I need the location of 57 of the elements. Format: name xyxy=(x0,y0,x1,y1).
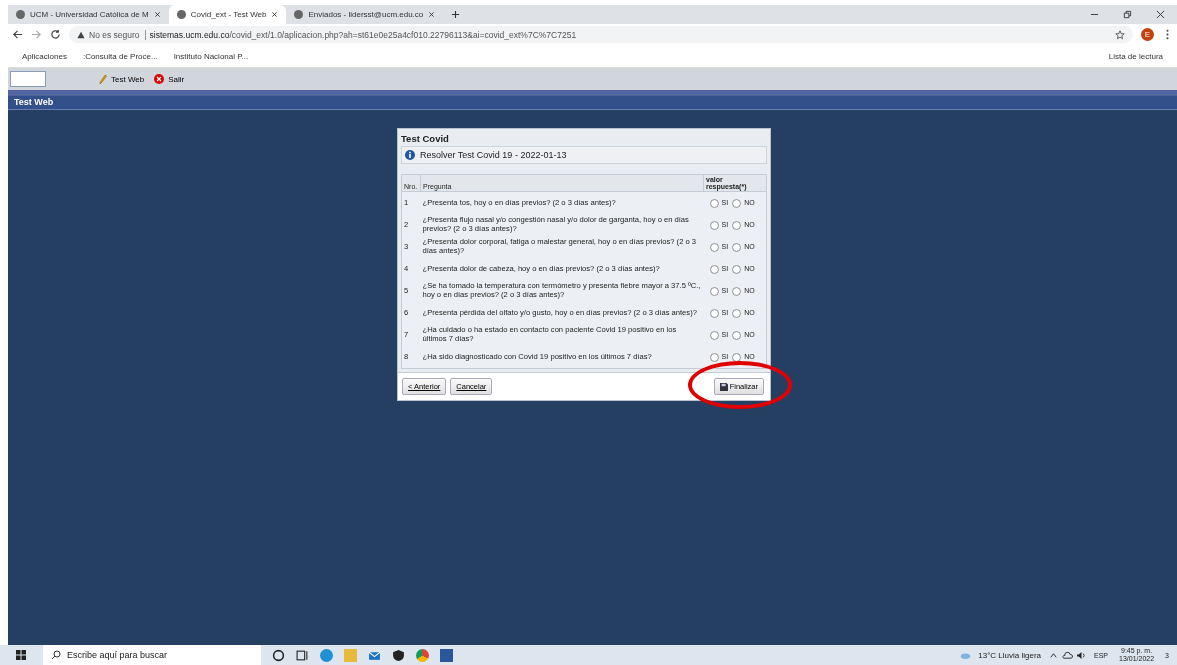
shield-icon[interactable] xyxy=(392,648,405,662)
radio-button[interactable] xyxy=(732,264,742,274)
close-icon[interactable] xyxy=(428,11,436,18)
radio-button[interactable] xyxy=(709,352,719,362)
task-view-icon[interactable] xyxy=(296,648,309,662)
close-icon[interactable] xyxy=(271,11,279,18)
app-title-bar: Test Web xyxy=(8,96,1177,110)
bookmark-link[interactable]: Instituto Nacional P... xyxy=(173,51,249,61)
windows-start-icon[interactable] xyxy=(16,650,26,660)
info-icon xyxy=(405,150,415,160)
radio-button[interactable] xyxy=(709,286,719,296)
bookmark-link[interactable]: Aplicaciones xyxy=(22,51,67,61)
word-icon[interactable] xyxy=(440,648,453,662)
close-icon[interactable] xyxy=(1156,10,1165,19)
radio-button[interactable] xyxy=(732,330,742,340)
radio-button[interactable] xyxy=(732,220,742,230)
radio-button[interactable] xyxy=(732,198,742,208)
pencil-icon xyxy=(98,73,107,85)
radio-button[interactable] xyxy=(732,286,742,296)
bookmark-link[interactable]: :Consulta de Proce... xyxy=(82,51,158,61)
warning-icon xyxy=(77,30,85,39)
address-field[interactable]: No es seguro sistemas.ucm.edu.co/covid_ext/1.0/aplicacion.php?ah=st61e0e25a4cf010.22796113&ai=covid_ext%7C%7C7251 xyxy=(69,26,1133,43)
info-text: Resolver Test Covid 19 - 2022-01-13 xyxy=(420,150,567,160)
radio-button[interactable] xyxy=(732,242,742,252)
exit-link[interactable]: Salir xyxy=(168,74,185,84)
taskbar-search-field[interactable]: Escribe aquí para buscar xyxy=(43,645,261,665)
radio-button[interactable] xyxy=(709,220,719,230)
reload-icon[interactable] xyxy=(50,29,61,40)
restore-icon[interactable] xyxy=(1123,10,1132,19)
browser-tab[interactable]: UCM - Universidad Católica de M xyxy=(8,5,169,24)
radio-button[interactable] xyxy=(732,352,742,362)
forward-icon[interactable] xyxy=(31,29,42,40)
profile-avatar[interactable]: E xyxy=(1141,28,1154,41)
radio-button[interactable] xyxy=(709,308,719,318)
site-icon xyxy=(16,10,25,19)
weather-text[interactable]: 13°C Lluvia ligera xyxy=(978,650,1042,660)
browser-icon[interactable] xyxy=(416,648,429,662)
star-icon[interactable] xyxy=(1115,29,1125,40)
volume-icon[interactable] xyxy=(1076,650,1088,660)
new-tab-icon[interactable] xyxy=(451,10,461,19)
browser-icon[interactable] xyxy=(320,648,333,662)
dialog-title: Test Covid xyxy=(401,132,450,146)
site-icon xyxy=(294,10,304,19)
reading-list-link[interactable]: Lista de lectura xyxy=(1108,51,1163,61)
back-icon[interactable] xyxy=(12,29,23,40)
radio-button[interactable] xyxy=(709,242,719,252)
close-icon[interactable] xyxy=(153,11,161,18)
radio-button[interactable] xyxy=(709,330,719,340)
exit-icon xyxy=(154,74,165,84)
browser-tab[interactable]: Covid_ext - Test Web xyxy=(168,5,287,24)
site-icon xyxy=(176,10,186,19)
radio-button[interactable] xyxy=(709,264,719,274)
browser-tab[interactable]: Enviados - lidersst@ucm.edu.co xyxy=(286,5,444,24)
test-web-link[interactable]: Test Web xyxy=(111,74,145,84)
circle-icon[interactable] xyxy=(272,648,285,662)
radio-button[interactable] xyxy=(732,308,742,318)
radio-button[interactable] xyxy=(709,198,719,208)
